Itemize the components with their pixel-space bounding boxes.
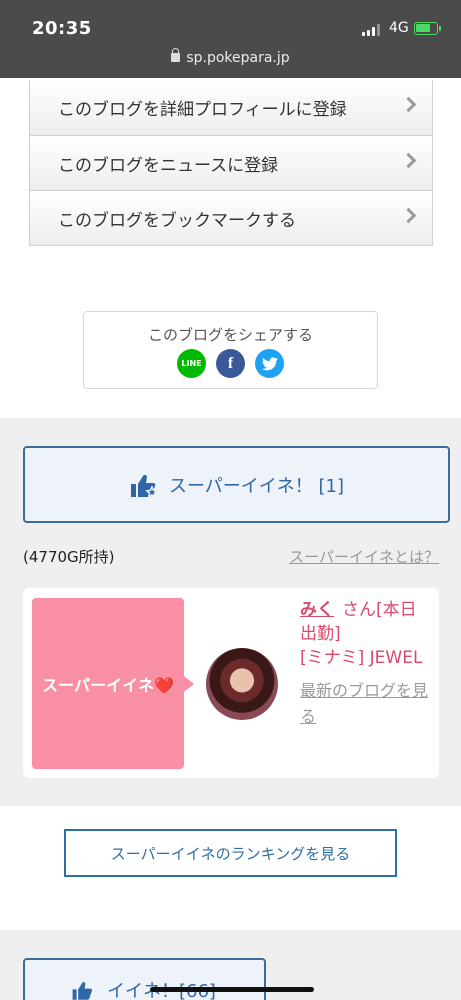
menu-item-label: このブログをブックマークする [58, 210, 296, 231]
bookmark-item[interactable]: このブログをブックマークする [30, 190, 432, 245]
thumbs-up-star-icon [129, 473, 159, 498]
menu-item-label: このブログをニュースに登録 [58, 155, 279, 176]
ranking-button[interactable]: スーパーイイネのランキングを見る [64, 829, 397, 877]
facebook-icon-label: f [227, 354, 234, 372]
lock-icon [171, 48, 181, 62]
coin-balance: (4770G所持) [23, 548, 115, 566]
girl-card: スーパーイイネ❤️ みく さん[本日出勤] [ミナミ] JEWEL 最新のブログを… [23, 588, 439, 778]
share-box: このブログをシェアする LINE f [83, 311, 378, 389]
menu-item-label: このブログを詳細プロフィールに登録 [58, 100, 347, 120]
twitter-share-icon[interactable] [255, 349, 284, 378]
super-iine-button[interactable]: スーパーイイネ！ [1] [23, 446, 450, 523]
status-bar: 20:35 4G sp.pokepara.jp [0, 0, 461, 78]
super-iine-badge: スーパーイイネ❤️ [32, 598, 194, 769]
blog-action-menu: このブログを詳細プロフィールに登録 このブログをニュースに登録 このブログをブッ… [29, 80, 433, 246]
line-share-icon[interactable]: LINE [177, 349, 206, 378]
register-profile-item[interactable]: このブログを詳細プロフィールに登録 [30, 80, 432, 135]
home-indicator[interactable] [150, 987, 314, 992]
address-bar[interactable]: sp.pokepara.jp [0, 48, 461, 66]
chevron-right-icon [400, 152, 417, 169]
register-news-item[interactable]: このブログをニュースに登録 [30, 135, 432, 190]
share-title: このブログをシェアする [147, 326, 313, 344]
iine-button[interactable]: イイネ！[66] [23, 958, 266, 1000]
url-text: sp.pokepara.jp [186, 50, 290, 66]
girl-name-link[interactable]: みく [300, 600, 334, 620]
line-icon-label: LINE [181, 359, 202, 368]
battery-icon [414, 22, 441, 35]
ranking-button-label: スーパーイイネのランキングを見る [110, 844, 351, 863]
super-iine-button-label: スーパーイイネ！ [1] [168, 475, 345, 497]
avatar[interactable] [206, 648, 278, 720]
status-time: 20:35 [32, 18, 92, 39]
chevron-right-icon [400, 96, 417, 113]
latest-blog-link[interactable]: 最新のブログを見る [300, 678, 430, 730]
girl-info: みく さん[本日出勤] [ミナミ] JEWEL 最新のブログを見る [300, 598, 430, 730]
facebook-share-icon[interactable]: f [216, 349, 245, 378]
super-iine-section: スーパーイイネ！ [1] (4770G所持) スーパーイイネとは？ スーパーイイ… [0, 418, 461, 806]
shop-name: [ミナミ] JEWEL [300, 648, 423, 668]
what-is-super-iine-link[interactable]: スーパーイイネとは？ [289, 546, 439, 567]
thumbs-up-icon [72, 982, 93, 1000]
chevron-right-icon [400, 207, 417, 224]
network-type: 4G [389, 20, 409, 36]
signal-icon [362, 24, 380, 36]
badge-label: スーパーイイネ❤️ [42, 675, 174, 695]
